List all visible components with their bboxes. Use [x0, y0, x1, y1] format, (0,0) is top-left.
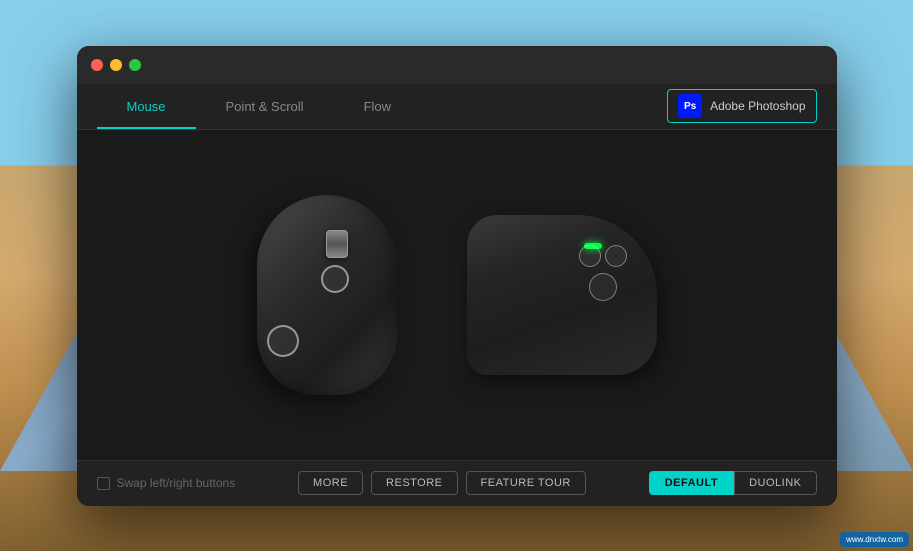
mouse-body-side [467, 215, 657, 375]
restore-button[interactable]: RESTORE [371, 471, 457, 495]
mouse-top-button[interactable] [321, 265, 349, 293]
swap-buttons-container: Swap left/right buttons [97, 476, 236, 490]
default-mode-button[interactable]: DEFAULT [649, 471, 734, 495]
duolink-mode-button[interactable]: DUOLINK [734, 471, 816, 495]
mouse-front-view [247, 185, 407, 405]
more-button[interactable]: MORE [298, 471, 363, 495]
watermark: www.dnxtw.com [840, 532, 909, 547]
scroll-wheel [326, 230, 348, 258]
swap-buttons-label: Swap left/right buttons [117, 476, 236, 490]
mouse-body [257, 195, 397, 395]
mouse-btn-1[interactable] [579, 245, 601, 267]
close-button[interactable] [91, 59, 103, 71]
traffic-lights [91, 59, 141, 71]
app-window: Mouse Point & Scroll Flow Ps Adobe Photo… [77, 46, 837, 506]
swap-buttons-checkbox[interactable] [97, 477, 110, 490]
maximize-button[interactable] [129, 59, 141, 71]
main-content [77, 130, 837, 460]
tab-mouse[interactable]: Mouse [97, 84, 196, 129]
mouse-btn-3[interactable] [589, 273, 617, 301]
mice-container [97, 150, 817, 440]
action-bar: Swap left/right buttons MORE RESTORE FEA… [77, 460, 837, 506]
title-bar [77, 46, 837, 84]
ps-icon: Ps [678, 94, 702, 118]
feature-tour-button[interactable]: FEATURE TOUR [466, 471, 586, 495]
mouse-button-group [579, 245, 627, 301]
mouse-side-view [467, 205, 667, 385]
minimize-button[interactable] [110, 59, 122, 71]
app-badge[interactable]: Ps Adobe Photoshop [667, 89, 816, 123]
tab-flow[interactable]: Flow [334, 84, 421, 129]
tab-point-scroll[interactable]: Point & Scroll [196, 84, 334, 129]
mouse-side-button[interactable] [267, 325, 299, 357]
mouse-btn-2[interactable] [605, 245, 627, 267]
mode-button-group: DEFAULT DUOLINK [649, 471, 817, 495]
tab-bar: Mouse Point & Scroll Flow Ps Adobe Photo… [77, 84, 837, 130]
action-buttons: MORE RESTORE FEATURE TOUR [298, 471, 586, 495]
